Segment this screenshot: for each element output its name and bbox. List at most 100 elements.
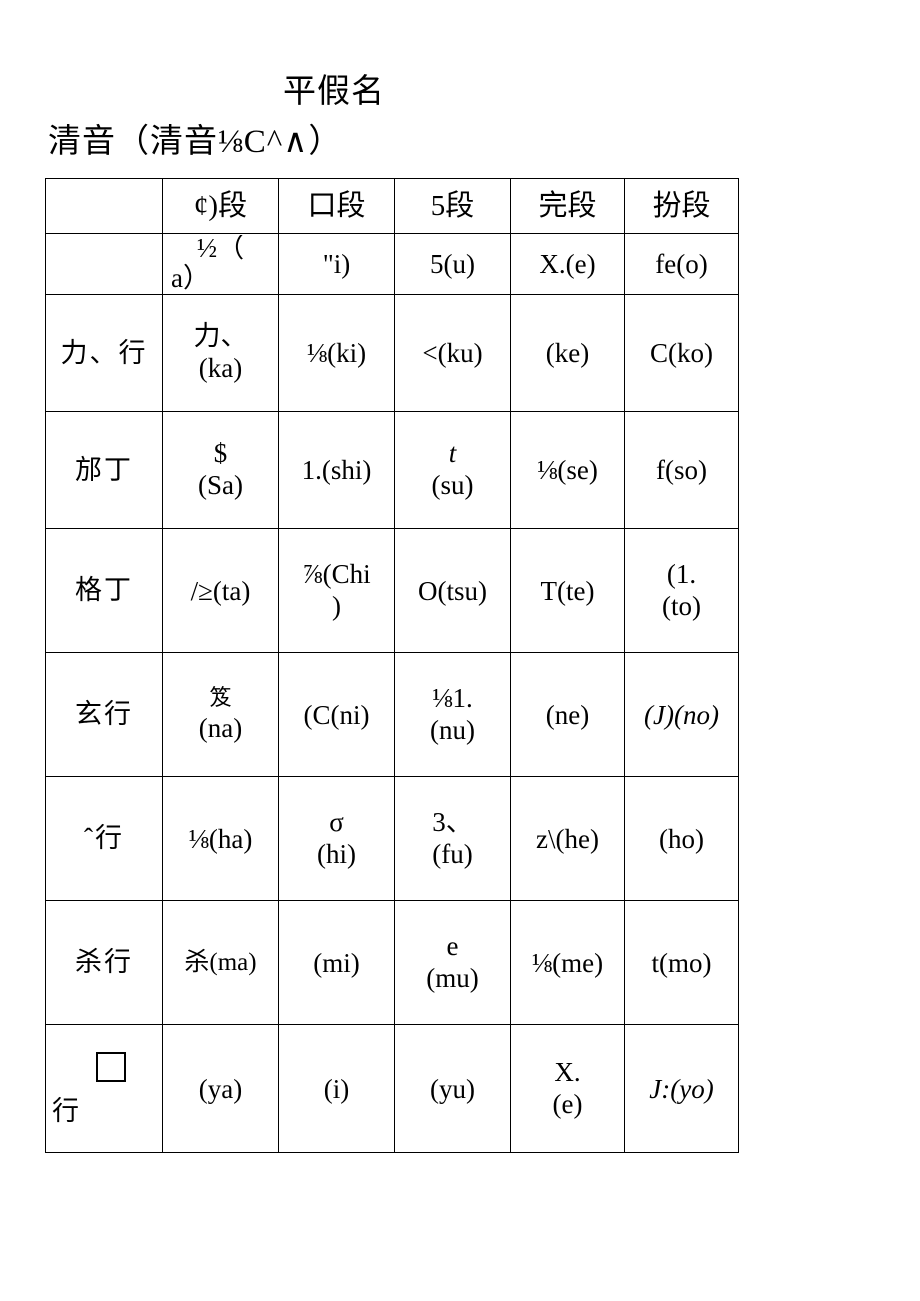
cell-romaji: ⅛(ki)	[306, 338, 367, 368]
cell-romaji: (C(ni)	[303, 699, 370, 730]
clipped-cell: ½（ a）	[167, 235, 274, 293]
cell-ka-i: ⅛(ki)	[278, 294, 395, 412]
missing-glyph-box-icon	[96, 1051, 126, 1082]
cell-romaji: /≥(ta)	[190, 575, 251, 606]
cell-sa-o: f(so)	[624, 411, 739, 529]
cell-kana: e	[446, 930, 459, 961]
cell-romaji: (na)	[198, 712, 243, 743]
table-row: 行 (ya) (i) (yu) X. (e) J:(yo)	[45, 1024, 739, 1153]
cell-ma-i: (mi)	[278, 900, 395, 1025]
cell-romaji: X.(e)	[539, 249, 596, 279]
page-subtitle: 清音（清音⅛C^∧）	[48, 124, 343, 160]
cell-a-u: 5(u)	[394, 233, 511, 295]
table-row: 玄行 笈 (na) (C(ni) ⅛1. (nu) (ne) (J)(no)	[45, 652, 739, 777]
cell-romaji: (ne)	[545, 699, 590, 730]
cell-ya-a: (ya)	[162, 1024, 279, 1153]
stacked-cell: σ (hi)	[283, 807, 390, 871]
cell-a-o: fe(o)	[624, 233, 739, 295]
table-row: 格丁 /≥(ta) ⅞(Chi ) O(tsu) T(te) (1. (to)	[45, 528, 739, 653]
cell-romaji: T(te)	[540, 575, 595, 606]
cell-a-a: ½（ a）	[162, 233, 279, 295]
cell-ta-a: /≥(ta)	[162, 528, 279, 653]
cell-romaji: ⅛(ha)	[188, 823, 253, 854]
cell-romaji: (mu)	[426, 962, 479, 993]
cell-na-a: 笈 (na)	[162, 652, 279, 777]
cell-a-e: X.(e)	[510, 233, 625, 295]
cell-ha-a: ⅛(ha)	[162, 776, 279, 901]
cell-romaji: C(ko)	[650, 338, 713, 368]
stacked-cell: ⅞(Chi )	[283, 559, 390, 623]
cell-romaji: (mi)	[313, 947, 360, 978]
stacked-cell: 3、 (fu)	[399, 807, 506, 871]
row-label: 邡丁	[45, 411, 163, 529]
cell-ka-e: (ke)	[510, 294, 625, 412]
cell-romaji: (fu)	[432, 838, 473, 869]
cell-romaji: 1.(shi)	[301, 455, 372, 485]
cell-romaji: (ya)	[198, 1073, 243, 1104]
cell-romaji: (e)	[552, 1088, 583, 1119]
cell-a-i: "i)	[278, 233, 395, 295]
cell-romaji: (hi)	[317, 838, 356, 869]
stacked-cell: X. (e)	[515, 1057, 620, 1121]
cell-sa-e: ⅛(se)	[510, 411, 625, 529]
cell-romaji: z\(he)	[536, 823, 599, 854]
cell-romaji: O(tsu)	[418, 575, 487, 606]
cell-ha-u: 3、 (fu)	[394, 776, 511, 901]
table-row: ½（ a） "i) 5(u) X.(e) fe(o)	[45, 233, 739, 295]
row-label: 格丁	[45, 528, 163, 653]
cell-romaji: <(ku)	[422, 338, 483, 368]
cell-romaji: (ho)	[659, 823, 704, 854]
cell-kana: $	[213, 438, 228, 468]
header-cell-o: 扮段	[624, 178, 739, 234]
cell-kana: (1.	[666, 558, 697, 589]
cell-romaji: (yu)	[430, 1073, 475, 1104]
cell-ha-e: z\(he)	[510, 776, 625, 901]
cell-romaji: (i)	[323, 1073, 350, 1104]
cell-ta-u: O(tsu)	[394, 528, 511, 653]
cell-romaji: J:(yo)	[649, 1073, 714, 1104]
cell-sa-a: $ (Sa)	[162, 411, 279, 529]
cell-ta-e: T(te)	[510, 528, 625, 653]
cell-ka-o: C(ko)	[624, 294, 739, 412]
page-title: 平假名	[283, 74, 385, 110]
cell-ma-e: ⅛(me)	[510, 900, 625, 1025]
cell-romaji: "i)	[322, 249, 351, 279]
cell-ka-u: <(ku)	[394, 294, 511, 412]
cell-kana: 力、	[193, 321, 248, 351]
header-cell-i: 口段	[278, 178, 395, 234]
row-label-box-line	[50, 1049, 158, 1093]
cell-ha-i: σ (hi)	[278, 776, 395, 901]
cell-romaji: 5(u)	[430, 249, 475, 279]
stacked-cell: e (mu)	[399, 931, 506, 995]
header-cell-e: 完段	[510, 178, 625, 234]
cell-na-o: (J)(no)	[624, 652, 739, 777]
cell-romaji: (ke)	[545, 338, 590, 368]
cell-romaji: fe(o)	[655, 249, 708, 279]
cell-ya-o: J:(yo)	[624, 1024, 739, 1153]
cell-ma-o: t(mo)	[624, 900, 739, 1025]
cell-ya-u: (yu)	[394, 1024, 511, 1153]
cell-ma-u: e (mu)	[394, 900, 511, 1025]
cell-na-e: (ne)	[510, 652, 625, 777]
stacked-cell: (1. (to)	[629, 559, 734, 623]
cell-romaji: (ka)	[198, 353, 243, 383]
cell-romaji: (J)(no)	[644, 699, 719, 730]
cell-kana: X.	[554, 1056, 581, 1087]
cell-ya-i: (i)	[278, 1024, 395, 1153]
cell-sa-i: 1.(shi)	[278, 411, 395, 529]
row-label: 行	[45, 1024, 163, 1153]
stacked-cell: ⅛1. (nu)	[399, 683, 506, 747]
cell-kana: ⅞(Chi	[302, 558, 371, 589]
cell-romaji: f(so)	[656, 455, 707, 485]
cell-romaji: (Sa)	[198, 470, 243, 500]
row-label-tail: 行	[52, 1095, 79, 1126]
hiragana-table: ¢)段 口段 5段 完段 扮段 ½（ a） "i) 5(u) X.(e) fe(…	[45, 178, 739, 1153]
cell-romaji: t(mo)	[651, 947, 712, 978]
cell-romaji: 杀(ma)	[184, 948, 257, 976]
row-label: ˆ行	[45, 776, 163, 901]
row-label	[45, 233, 163, 295]
cell-kana: ⅛1.	[432, 682, 473, 713]
row-label: 杀行	[45, 900, 163, 1025]
stacked-cell: 笈 (na)	[167, 685, 274, 745]
cell-romaji: (su)	[431, 470, 474, 500]
